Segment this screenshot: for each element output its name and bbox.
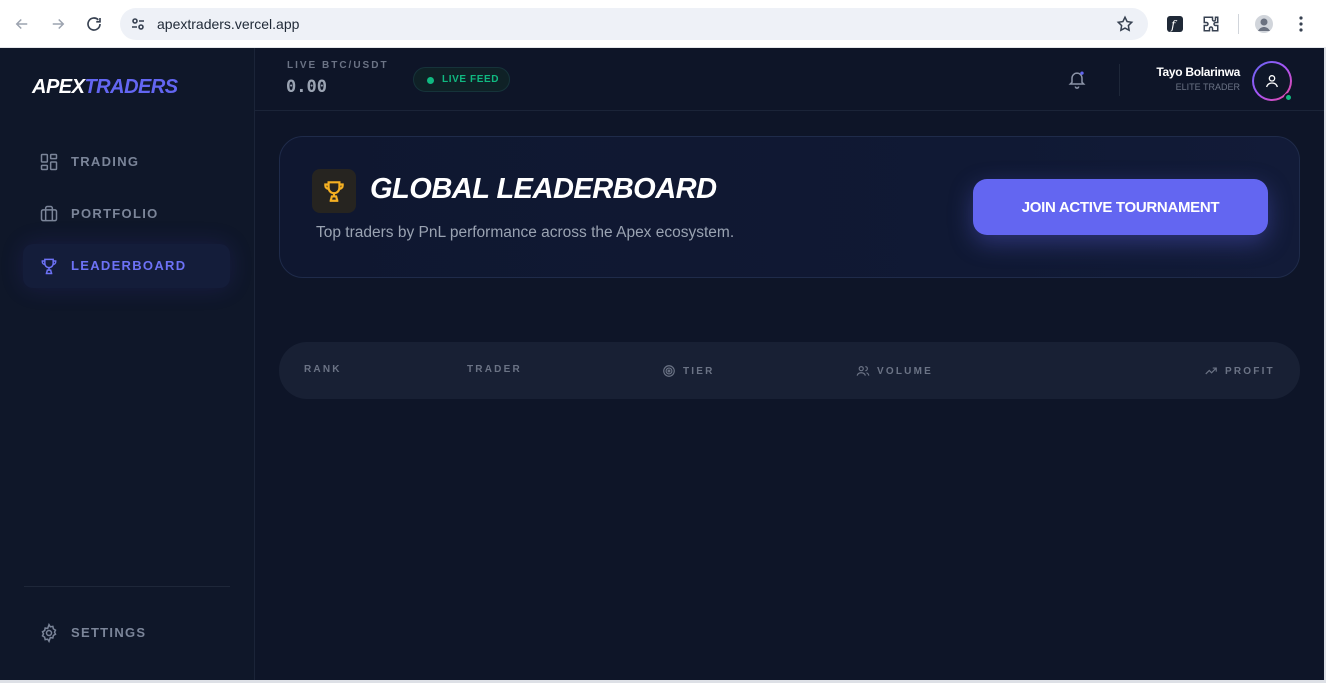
extension-f-icon[interactable]: f: [1164, 13, 1186, 35]
url-text[interactable]: apextraders.vercel.app: [157, 16, 299, 32]
browser-menu-icon[interactable]: [1290, 13, 1312, 35]
trending-up-icon: [1205, 367, 1217, 375]
browser-toolbar: apextraders.vercel.app f: [0, 0, 1326, 48]
gear-icon: [41, 623, 57, 643]
live-feed-badge: LIVE FEED: [413, 67, 510, 92]
column-header-profit[interactable]: PROFIT: [1204, 364, 1275, 378]
trophy-badge: [312, 169, 356, 213]
page-subtitle: Top traders by PnL performance across th…: [316, 224, 735, 241]
profile-avatar-icon[interactable]: [1253, 13, 1275, 35]
ticker-label: LIVE BTC/USDT: [287, 60, 389, 71]
column-label: VOLUME: [877, 365, 933, 377]
brand-name-part2: TRADERS: [84, 76, 178, 98]
sidebar-divider: [24, 586, 230, 587]
trophy-icon: [41, 258, 57, 275]
user-icon: [1266, 75, 1278, 88]
sidebar-item-leaderboard[interactable]: LEADERBOARD: [23, 244, 230, 288]
column-header-trader[interactable]: TRADER: [467, 364, 522, 375]
briefcase-icon: [40, 205, 58, 222]
users-icon: [856, 366, 870, 376]
app-root: APEXTRADERS TRADING PORTFOLIO LEADERBOAR…: [0, 48, 1324, 680]
reload-icon[interactable]: [82, 12, 106, 36]
user-name: Tayo Bolarinwa: [1156, 65, 1240, 79]
toolbar-divider: [1238, 14, 1239, 34]
column-label: PROFIT: [1225, 365, 1275, 377]
column-header-tier[interactable]: TIER: [662, 364, 715, 378]
extensions-puzzle-icon[interactable]: [1200, 13, 1222, 35]
top-header: LIVE BTC/USDT 0.00 LIVE FEED Tayo Bolari…: [255, 48, 1324, 111]
sidebar: APEXTRADERS TRADING PORTFOLIO LEADERBOAR…: [0, 48, 255, 680]
sidebar-item-portfolio[interactable]: PORTFOLIO: [23, 192, 230, 236]
leaderboard-table-header: RANK TRADER TIER VOLUME PROFIT: [279, 342, 1300, 399]
bookmark-star-icon[interactable]: [1116, 15, 1134, 33]
target-icon: [663, 365, 675, 377]
column-label: TIER: [683, 365, 715, 377]
live-dot-icon: [427, 77, 434, 84]
brand-logo[interactable]: APEXTRADERS: [32, 76, 178, 99]
column-label: TRADER: [467, 364, 522, 375]
sidebar-item-trading[interactable]: TRADING: [23, 140, 230, 184]
address-bar[interactable]: apextraders.vercel.app: [120, 8, 1148, 40]
trophy-icon: [324, 181, 344, 202]
forward-icon[interactable]: [46, 12, 70, 36]
bell-icon[interactable]: [1067, 69, 1087, 89]
column-header-volume[interactable]: VOLUME: [856, 364, 933, 378]
brand-name-part1: APEX: [32, 76, 85, 98]
column-label: RANK: [304, 364, 342, 375]
column-header-rank[interactable]: RANK: [304, 364, 342, 375]
sidebar-item-settings[interactable]: SETTINGS: [23, 611, 230, 655]
settings-label: SETTINGS: [71, 625, 147, 640]
sidebar-item-label: LEADERBOARD: [71, 258, 187, 273]
sidebar-item-label: PORTFOLIO: [71, 206, 159, 221]
online-status-dot: [1284, 93, 1293, 102]
grid-icon: [40, 153, 58, 171]
ticker-price: 0.00: [286, 77, 327, 97]
back-icon[interactable]: [10, 12, 34, 36]
page-title: GLOBAL LEADERBOARD: [370, 173, 717, 205]
user-avatar[interactable]: [1252, 61, 1293, 102]
live-feed-label: LIVE FEED: [442, 74, 500, 85]
user-role: ELITE TRADER: [1175, 82, 1240, 92]
sidebar-item-label: TRADING: [71, 154, 140, 169]
header-divider: [1119, 64, 1120, 96]
site-settings-icon[interactable]: [128, 14, 148, 34]
join-tournament-button[interactable]: JOIN ACTIVE TOURNAMENT: [973, 179, 1268, 235]
leaderboard-hero: GLOBAL LEADERBOARD Top traders by PnL pe…: [279, 136, 1300, 278]
